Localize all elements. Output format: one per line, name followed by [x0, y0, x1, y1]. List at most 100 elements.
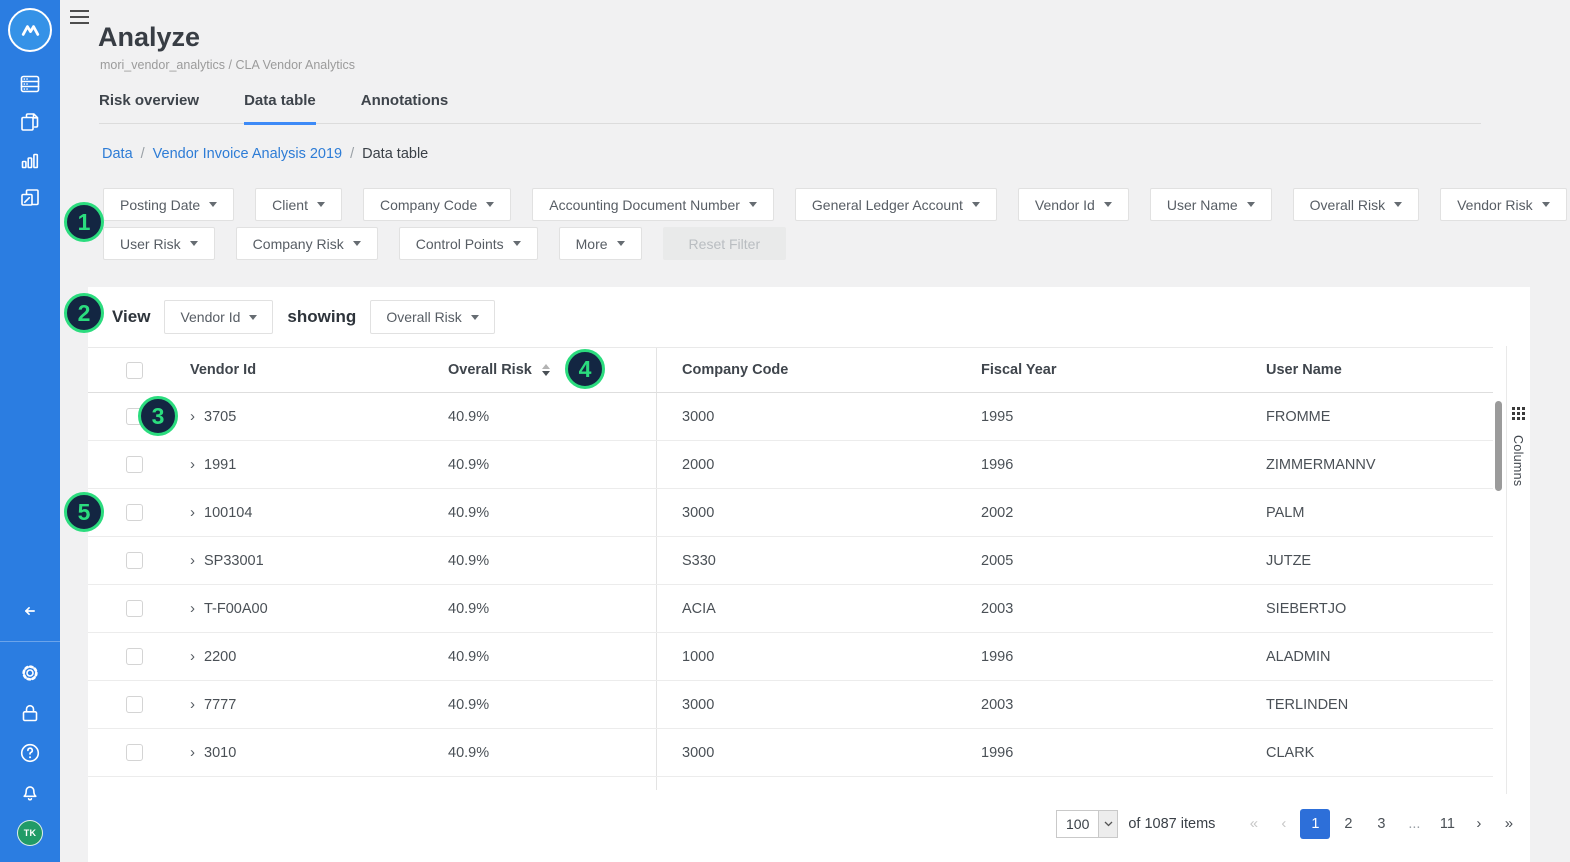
- reset-filter-button[interactable]: Reset Filter: [662, 227, 787, 260]
- row-checkbox[interactable]: [126, 744, 143, 761]
- showing-metric-value: Overall Risk: [386, 309, 462, 325]
- cell-vendor-id: SP33001: [190, 553, 448, 569]
- select-all-checkbox[interactable]: [126, 361, 143, 379]
- row-checkbox[interactable]: [126, 696, 143, 713]
- data-table-panel: View Vendor Id showing Overall Risk Vend…: [88, 287, 1530, 862]
- cell-user-name: PALM: [1266, 504, 1305, 521]
- filter-row-1: Posting Date Client Company Code Accounting…: [103, 188, 1567, 221]
- page-button-3[interactable]: 3: [1366, 809, 1396, 839]
- help-icon[interactable]: [18, 741, 42, 765]
- row-checkbox[interactable]: [126, 552, 143, 569]
- documents-icon[interactable]: [18, 110, 42, 134]
- data-icon[interactable]: [18, 72, 42, 96]
- notifications-icon[interactable]: [18, 781, 42, 805]
- filter-control-points[interactable]: Control Points: [398, 227, 538, 260]
- row-checkbox[interactable]: [126, 648, 143, 665]
- filter-row-2: User Risk Company Risk Control Points More R…: [103, 227, 1567, 260]
- expand-row-icon[interactable]: [190, 697, 195, 712]
- cell-fiscal-year: 2003: [981, 696, 1014, 713]
- page-size-select[interactable]: 100: [1056, 810, 1119, 838]
- filter-vendor-risk[interactable]: Vendor Risk: [1440, 188, 1567, 221]
- expand-row-icon[interactable]: [190, 505, 195, 520]
- page-button-11[interactable]: 11: [1432, 809, 1462, 839]
- filter-user-name[interactable]: User Name: [1149, 188, 1272, 221]
- pager-ellipsis: ...: [1408, 816, 1421, 832]
- row-checkbox[interactable]: [126, 504, 143, 521]
- showing-metric-dropdown[interactable]: Overall Risk: [370, 300, 495, 334]
- table-row: 3010 40.9% 30001996 CLARK: [88, 729, 1493, 777]
- last-page-button[interactable]: »: [1495, 809, 1522, 839]
- filter-company-code[interactable]: Company Code: [362, 188, 512, 221]
- vertical-scrollbar[interactable]: [1495, 401, 1502, 491]
- chevron-down-icon: [1246, 202, 1255, 207]
- annotations-icon[interactable]: [18, 186, 42, 210]
- cell-vendor-id: 3010: [190, 745, 448, 761]
- tab-annotations[interactable]: Annotations: [361, 92, 449, 123]
- page-button-1[interactable]: 1: [1300, 809, 1331, 839]
- expand-row-icon[interactable]: [190, 649, 195, 664]
- chevron-down-icon: [486, 202, 495, 207]
- analytics-icon[interactable]: [18, 148, 42, 172]
- column-header-company-code[interactable]: Company Code: [656, 348, 981, 392]
- view-dimension-dropdown[interactable]: Vendor Id: [164, 300, 274, 334]
- column-header-overall-risk[interactable]: Overall Risk: [448, 362, 656, 378]
- cell-company-code: 3000: [656, 729, 981, 776]
- first-page-button[interactable]: «: [1240, 809, 1267, 839]
- cell-company-code: 3000: [656, 681, 981, 728]
- expand-row-icon[interactable]: [190, 601, 195, 616]
- row-checkbox[interactable]: [126, 456, 143, 473]
- column-header-user-name[interactable]: User Name: [1266, 362, 1493, 378]
- expand-row-icon[interactable]: [190, 409, 195, 424]
- user-avatar[interactable]: TK: [17, 820, 43, 846]
- row-checkbox[interactable]: [126, 600, 143, 617]
- vendor-id-value: 100104: [204, 504, 253, 521]
- filter-client[interactable]: Client: [255, 188, 342, 221]
- expand-row-icon[interactable]: [190, 553, 195, 568]
- table-row: 1991 40.9% 20001996 ZIMMERMANNV: [88, 441, 1493, 489]
- expand-row-icon[interactable]: [190, 457, 195, 472]
- vendor-id-value: T-F00A00: [204, 600, 268, 617]
- previous-page-button[interactable]: ‹: [1270, 809, 1297, 839]
- expand-row-icon[interactable]: [190, 745, 195, 760]
- chevron-down-icon: [971, 202, 980, 207]
- chevron-down-icon: [189, 241, 198, 246]
- page-subtitle: mori_vendor_analytics / CLA Vendor Analy…: [100, 58, 355, 72]
- cell-overall-risk: 40.9%: [448, 696, 490, 713]
- filter-general-ledger-account[interactable]: General Ledger Account: [794, 188, 997, 221]
- filter-accounting-document-number[interactable]: Accounting Document Number: [532, 188, 774, 221]
- breadcrumb-vendor-invoice-analysis-2019[interactable]: Vendor Invoice Analysis 2019: [153, 146, 342, 162]
- filter-vendor-id[interactable]: Vendor Id: [1017, 188, 1129, 221]
- settings-icon[interactable]: [18, 661, 42, 685]
- filter-more[interactable]: More: [558, 227, 642, 260]
- next-page-button[interactable]: ›: [1465, 809, 1492, 839]
- filter-company-risk[interactable]: Company Risk: [235, 227, 378, 260]
- cell-fiscal-year: 2003: [981, 600, 1014, 617]
- page-button-2[interactable]: 2: [1333, 809, 1363, 839]
- filter-posting-date[interactable]: Posting Date: [103, 188, 235, 221]
- filter-label: Posting Date: [120, 196, 201, 213]
- menu-icon[interactable]: [70, 10, 89, 24]
- breadcrumb-data[interactable]: Data: [102, 146, 133, 162]
- brand-logo[interactable]: [8, 8, 52, 52]
- tab-data-table[interactable]: Data table: [244, 92, 316, 125]
- chevron-down-icon: [1394, 202, 1403, 207]
- column-header-fiscal-year[interactable]: Fiscal Year: [981, 362, 1266, 378]
- breadcrumb-separator: /: [140, 146, 145, 162]
- filter-overall-risk[interactable]: Overall Risk: [1292, 188, 1420, 221]
- table-header: Vendor Id Overall Risk Company Code Fisc…: [88, 347, 1493, 393]
- chevron-down-icon: [352, 241, 361, 246]
- sort-icon[interactable]: [541, 364, 550, 376]
- filter-label: User Name: [1166, 196, 1238, 213]
- collapse-sidebar-icon[interactable]: [18, 599, 42, 623]
- lock-icon[interactable]: [18, 701, 42, 725]
- columns-panel-toggle[interactable]: Columns: [1506, 346, 1529, 794]
- table-body: 370540.9%30001995FROMME199140.9%20001996…: [88, 393, 1530, 777]
- chevron-down-icon: [1103, 202, 1112, 207]
- table-row: 7777 40.9% 30002003 TERLINDEN: [88, 681, 1493, 729]
- tab-risk-overview[interactable]: Risk overview: [99, 92, 199, 123]
- filter-user-risk[interactable]: User Risk: [103, 227, 215, 260]
- annotation-badge-3: 3: [138, 396, 178, 436]
- pagination: 100 of 1087 items «‹ 1 2 3... 11 ›»: [1056, 809, 1522, 839]
- sidebar-footer: [18, 661, 42, 805]
- column-header-vendor-id[interactable]: Vendor Id: [190, 362, 448, 378]
